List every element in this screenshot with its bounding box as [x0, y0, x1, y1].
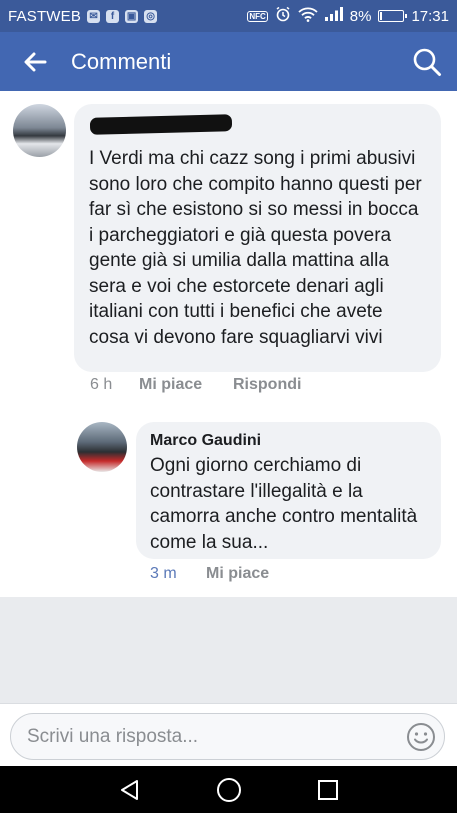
carrier-name: FASTWEB: [8, 7, 82, 25]
comment-bubble[interactable]: I Verdi ma chi cazz song i primi abusivi…: [74, 104, 441, 372]
signal-icon: [324, 7, 343, 25]
comment-text: I Verdi ma chi cazz song i primi abusivi…: [89, 148, 422, 348]
battery-percent: 8%: [349, 7, 372, 25]
status-right: NFC 8% 17:31: [247, 6, 449, 26]
navigation-bar: [0, 766, 457, 813]
comments-list: I Verdi ma chi cazz song i primi abusivi…: [0, 91, 457, 597]
gallery-icon: ▣: [125, 9, 139, 23]
comment-time: 3 m: [150, 565, 177, 582]
like-button[interactable]: Mi piace: [139, 376, 233, 394]
status-time: 17:31: [411, 7, 449, 25]
comment-actions: 3 m Mi piace: [150, 565, 269, 583]
smiley-icon: [407, 722, 435, 751]
page-title: Commenti: [71, 48, 172, 74]
nav-home-button[interactable]: [209, 770, 249, 810]
back-button[interactable]: [0, 32, 70, 91]
status-left: FASTWEB ✉ f ▣ ◎: [8, 7, 158, 25]
alarm-icon: [275, 6, 291, 26]
like-button[interactable]: Mi piace: [206, 565, 269, 583]
reply-button[interactable]: Rispondi: [233, 376, 301, 394]
battery-fill: [380, 12, 383, 20]
redacted-author-name: [89, 114, 233, 135]
messenger-icon: ✉: [87, 9, 101, 23]
comment-author[interactable]: Marco Gaudini: [150, 432, 427, 450]
search-icon: [413, 48, 441, 76]
nfc-icon: NFC: [247, 10, 268, 22]
battery-icon: [378, 10, 408, 22]
back-arrow-icon: [24, 52, 47, 71]
settings-app-icon: ◎: [144, 9, 158, 23]
nav-back-button[interactable]: [110, 770, 150, 810]
status-bar: FASTWEB ✉ f ▣ ◎ NFC 8% 17:31: [0, 0, 457, 32]
triangle-back-icon: [120, 779, 138, 800]
wifi-icon: [298, 7, 318, 26]
avatar[interactable]: [77, 422, 127, 472]
reply-composer: [0, 703, 457, 767]
comment-bubble[interactable]: Marco Gaudini Ogni giorno cerchiamo di c…: [136, 422, 441, 559]
reply-box[interactable]: [10, 713, 445, 760]
search-button[interactable]: [397, 32, 457, 91]
comment-actions: 6 h Mi piace Rispondi: [90, 376, 301, 394]
facebook-icon: f: [106, 9, 120, 23]
circle-home-icon: [216, 777, 241, 802]
comment-time: 6 h: [90, 376, 113, 393]
reply-input[interactable]: [25, 715, 398, 758]
comment-text: Ogni giorno cerchiamo di contrastare l'i…: [150, 455, 418, 553]
app-bar: Commenti: [0, 32, 457, 91]
emoji-button[interactable]: [398, 714, 444, 760]
nav-recents-button[interactable]: [308, 770, 348, 810]
square-recents-icon: [317, 779, 338, 800]
avatar[interactable]: [13, 104, 66, 157]
